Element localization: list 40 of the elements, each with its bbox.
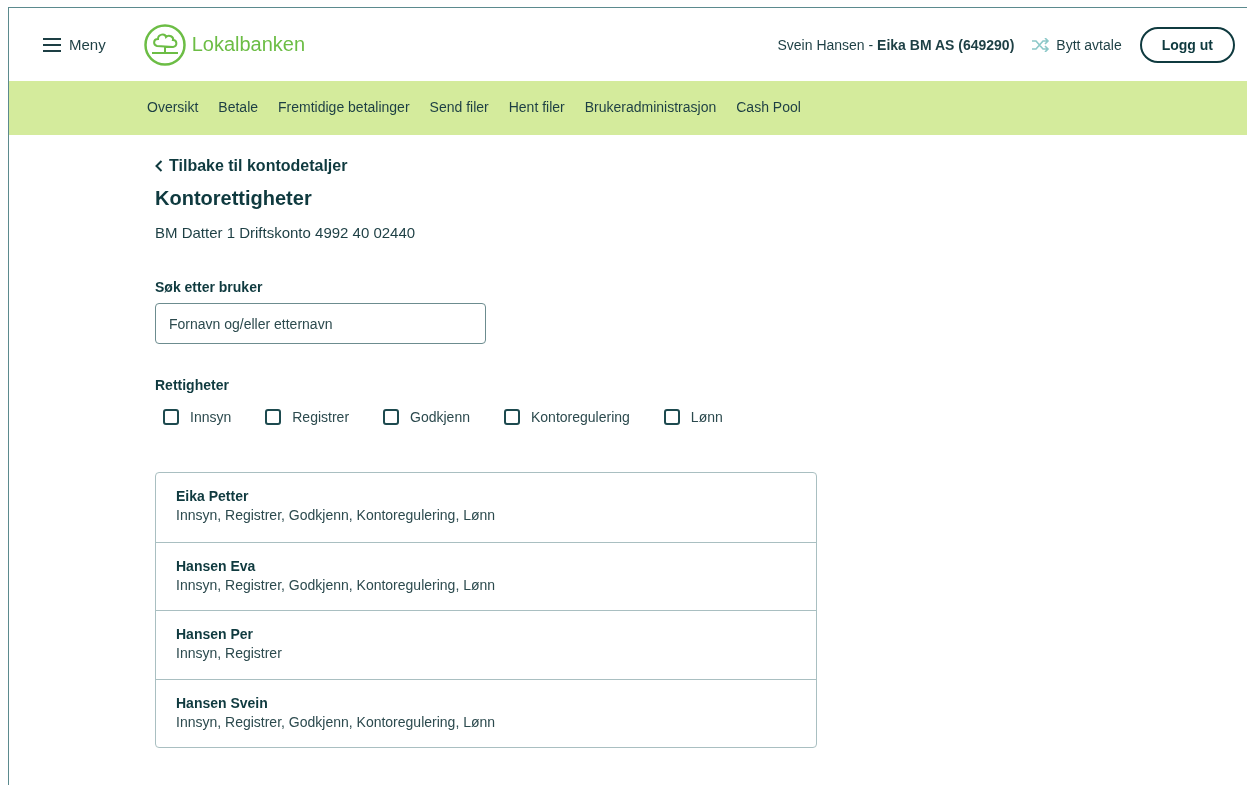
user-name: Eika Petter (176, 488, 250, 504)
user-rights: Innsyn, Registrer, Godkjenn, Kontoregulering, Lønn (176, 507, 497, 523)
user-rights: Innsyn, Registrer, Godkjenn, Kontoregulering, Lønn (176, 713, 497, 730)
checkbox-label: Kontoregulering (531, 409, 630, 425)
account-info: Svein Hansen - Eika BM AS (649290) (777, 36, 1015, 53)
nav-link[interactable]: Cash Pool (736, 99, 801, 117)
nav-link[interactable]: Send filer (429, 99, 489, 117)
switch-agreement-button[interactable]: Bytt avtale (1032, 36, 1122, 53)
menu-button[interactable]: Meny (43, 36, 106, 53)
nav-link[interactable]: Hent filer (508, 99, 565, 117)
rights-checkbox[interactable]: Lønn (663, 409, 723, 425)
checkbox-label: Lønn (690, 409, 723, 425)
rights-checkbox[interactable]: Registrer (265, 409, 350, 425)
search-label: Søk etter bruker (155, 279, 263, 295)
nav-link[interactable]: Fremtidige betalinger (278, 99, 410, 117)
page-title: Kontorettigheter (155, 187, 312, 210)
rights-checkbox[interactable]: Innsyn (163, 409, 232, 425)
user-rights: Innsyn, Registrer, Godkjenn, Kontoregulering, Lønn (176, 576, 497, 593)
tree-logo-icon (143, 23, 186, 66)
chevron-left-icon (155, 160, 163, 172)
back-link[interactable]: Tilbake til kontodetaljer (155, 157, 348, 175)
user-rights: Innsyn, Registrer (176, 645, 283, 661)
logo-text: Lokalbanken (191, 33, 306, 56)
checkbox-label: Registrer (292, 409, 350, 425)
user-name: Hansen Eva (176, 557, 257, 574)
nav-link[interactable]: Betale (218, 99, 259, 117)
user-name: Hansen Per (176, 626, 255, 642)
nav-link[interactable]: Brukeradministrasjon (584, 99, 717, 117)
search-field[interactable]: Fornavn og/eller etternavn (155, 303, 486, 344)
menu-icon (43, 37, 61, 52)
checkbox-label: Innsyn (190, 409, 232, 425)
shuffle-icon (1032, 37, 1051, 52)
logout-button[interactable]: Logg ut (1139, 26, 1235, 63)
rights-label: Rettigheter (155, 377, 229, 393)
checkbox-label: Godkjenn (410, 409, 470, 425)
account-name: BM Datter 1 Driftskonto 4992 40 02440 (155, 224, 416, 241)
user-name: Hansen Svein (176, 694, 269, 711)
rights-checkbox[interactable]: Godkjenn (383, 409, 470, 425)
rights-checkbox[interactable]: Kontoregulering (504, 409, 630, 425)
nav-link[interactable]: Oversikt (147, 99, 199, 117)
